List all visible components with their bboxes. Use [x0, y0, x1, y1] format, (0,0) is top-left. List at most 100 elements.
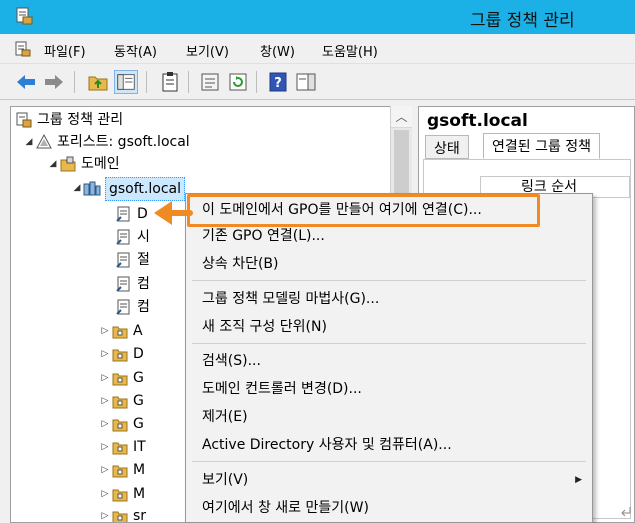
toolbar-separator [256, 71, 257, 93]
tree-node-ou[interactable]: ▷ G [99, 413, 144, 435]
menu-item-link-existing-gpo[interactable]: 기존 GPO 연결(L)... [186, 224, 592, 248]
tree-node-label: IT [133, 439, 146, 455]
menu-item-view[interactable]: 보기(V) ▶ [186, 468, 592, 492]
return-mark-icon [621, 507, 631, 517]
tree-node-label: 도메인 [81, 156, 120, 172]
ou-folder-icon [112, 396, 128, 409]
tree-node-label: 컴 [137, 276, 150, 292]
gpo-link-icon [116, 299, 130, 315]
tree-node-ou[interactable]: ▷ M [99, 459, 146, 481]
toolbar-separator [146, 71, 147, 93]
menu-separator [192, 280, 586, 281]
domains-folder-icon [60, 156, 76, 172]
menu-separator [192, 343, 586, 344]
ou-folder-icon [112, 419, 128, 432]
clipboard-icon[interactable] [158, 70, 182, 94]
tree-node-gpo-link[interactable]: 컴 [115, 273, 150, 295]
ou-folder-icon [112, 349, 128, 362]
tree-node-root[interactable]: 그룹 정책 관리 [15, 109, 123, 131]
system-menu-icon[interactable] [14, 40, 32, 58]
menu-item-new-window[interactable]: 여기에서 창 새로 만들기(W) [186, 496, 592, 520]
gpo-link-icon [116, 252, 130, 268]
tree-node-label: M [133, 462, 146, 478]
tree-node-label: sr [133, 508, 147, 523]
tree-node-label: A [133, 323, 143, 339]
ou-folder-icon [112, 326, 128, 339]
tree-node-ou[interactable]: ▷ G [99, 367, 144, 389]
menu-window[interactable]: 창(W) [260, 41, 295, 60]
tree-node-label: D [137, 206, 148, 222]
tree-node-ou[interactable]: ▷ G [99, 390, 144, 412]
expand-triangle-icon[interactable]: ▷ [99, 436, 111, 458]
back-arrow-icon[interactable] [14, 70, 38, 94]
tree-node-ou[interactable]: ▷ M [99, 483, 146, 505]
expand-triangle-icon[interactable]: ▷ [99, 390, 111, 412]
gpo-link-icon [116, 206, 130, 222]
tree-node-label: 그룹 정책 관리 [37, 112, 124, 128]
tree-node-label: 포리스트: gsoft.local [57, 134, 190, 150]
tree-node-ou[interactable]: ▷ IT [99, 436, 146, 458]
toolbar-separator [74, 71, 75, 93]
tree-node-forest[interactable]: ◢ 포리스트: gsoft.local [23, 131, 190, 153]
expand-triangle-icon[interactable]: ▷ [99, 320, 111, 342]
tree-node-label: D [133, 346, 144, 362]
tree-node-label: G [133, 370, 144, 386]
tree-node-label: G [133, 393, 144, 409]
tree-node-label: 시 [137, 229, 150, 245]
folder-up-icon[interactable] [86, 70, 110, 94]
gpo-link-icon [116, 276, 130, 292]
tab-linked-gpos[interactable]: 연결된 그룹 정책 [483, 133, 601, 159]
menu-file[interactable]: 파일(F) [44, 41, 86, 60]
tree-node-label: M [133, 486, 146, 502]
ou-folder-icon [112, 489, 128, 502]
menu-item-ad-users-computers[interactable]: Active Directory 사용자 및 컴퓨터(A)... [186, 433, 592, 457]
forward-arrow-icon[interactable] [42, 70, 66, 94]
window-title: 그룹 정책 관리 [470, 11, 575, 31]
tree-node-domains[interactable]: ◢ 도메인 [47, 153, 120, 175]
ou-folder-icon [112, 442, 128, 455]
expand-triangle-icon[interactable]: ▷ [99, 367, 111, 389]
menu-item-change-dc[interactable]: 도메인 컨트롤러 변경(D)... [186, 377, 592, 401]
collapse-triangle-icon[interactable]: ◢ [71, 177, 83, 199]
expand-triangle-icon[interactable]: ▷ [99, 459, 111, 481]
tree-node-ou[interactable]: ▷ D [99, 343, 144, 365]
collapse-triangle-icon[interactable]: ◢ [47, 153, 59, 175]
menu-item-gp-modeling-wizard[interactable]: 그룹 정책 모델링 마법사(G)... [186, 287, 592, 311]
expand-triangle-icon[interactable]: ▷ [99, 505, 111, 522]
gpmc-app-icon[interactable] [14, 6, 34, 26]
gpmc-icon [16, 112, 32, 128]
expand-triangle-icon[interactable]: ▷ [99, 483, 111, 505]
toolbar: ? [0, 64, 635, 100]
menu-item-block-inheritance[interactable]: 상속 차단(B) [186, 252, 592, 276]
menu-action[interactable]: 동작(A) [114, 41, 157, 60]
collapse-triangle-icon[interactable]: ◢ [23, 131, 35, 153]
expand-triangle-icon[interactable]: ▷ [99, 413, 111, 435]
tree-node-ou[interactable]: ▷ A [99, 320, 143, 342]
tree-node-gpo-link[interactable]: 컴 [115, 296, 150, 318]
menu-separator [192, 461, 586, 462]
menu-view[interactable]: 보기(V) [186, 41, 229, 60]
forest-icon [36, 133, 52, 149]
menu-item-new-ou[interactable]: 새 조직 구성 단위(N) [186, 315, 592, 339]
scroll-up-arrow-icon[interactable]: ︿ [391, 106, 412, 128]
svg-text:?: ? [274, 76, 282, 91]
ou-folder-icon [112, 465, 128, 478]
expand-triangle-icon[interactable]: ▷ [99, 343, 111, 365]
tree-node-gpo-link[interactable]: D [115, 203, 148, 225]
tree-node-gpo-link[interactable]: 시 [115, 226, 150, 248]
tree-node-gpo-link[interactable]: 절 [115, 249, 150, 271]
refresh-icon[interactable] [226, 70, 250, 94]
title-bar: 그룹 정책 관리 [0, 0, 635, 34]
tree-node-ou[interactable]: ▷ sr [99, 505, 147, 523]
toolbar-separator [188, 71, 189, 93]
tab-status[interactable]: 상태 [425, 135, 469, 159]
help-icon[interactable]: ? [266, 70, 290, 94]
tree-node-label: 절 [137, 252, 150, 268]
menu-item-remove[interactable]: 제거(E) [186, 405, 592, 429]
action-pane-icon[interactable] [294, 70, 318, 94]
properties-icon[interactable] [198, 70, 222, 94]
menu-item-search[interactable]: 검색(S)... [186, 349, 592, 373]
highlight-box [187, 194, 540, 227]
console-tree-icon[interactable] [114, 70, 138, 94]
menu-help[interactable]: 도움말(H) [322, 41, 378, 60]
